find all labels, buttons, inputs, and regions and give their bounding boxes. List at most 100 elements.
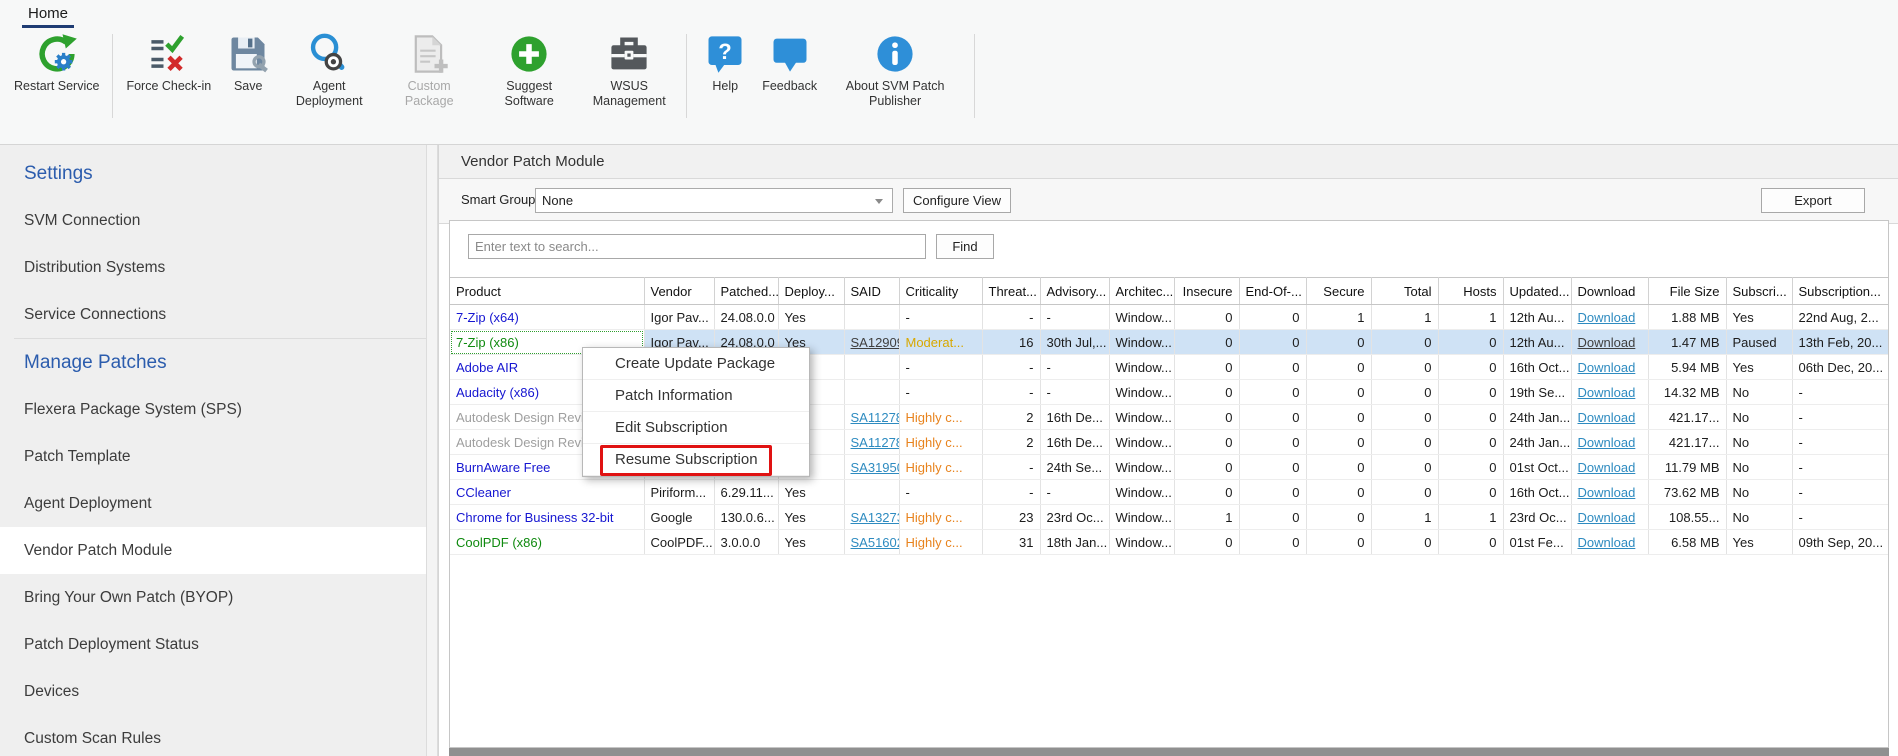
product-link[interactable]: Chrome for Business 32-bit [456,510,614,525]
menu-item-resume-subscription[interactable]: Resume Subscription [583,444,809,476]
said-link[interactable]: SA112780 [851,410,900,425]
sidebar-item-patch-template[interactable]: Patch Template [0,433,426,480]
column-header-subscri[interactable]: Subscri... [1726,278,1792,305]
column-header-patched[interactable]: Patched... [714,278,778,305]
download-link[interactable]: Download [1578,385,1636,400]
insecure-cell: 0 [1174,455,1239,480]
sidebar-scrollbar[interactable] [426,145,438,756]
download-link[interactable]: Download [1578,485,1636,500]
ribbon-button-label: Suggest Software [485,79,573,109]
said-link[interactable]: SA129090 [851,335,900,350]
sidebar-item-custom-scan-rules[interactable]: Custom Scan Rules [0,715,426,756]
column-header-end-of[interactable]: End-Of-... [1239,278,1306,305]
menu-item-edit-subscription[interactable]: Edit Subscription [583,412,809,444]
threat-cell: 2 [982,430,1040,455]
product-link[interactable]: CCleaner [456,485,511,500]
sidebar-item-svm-connection[interactable]: SVM Connection [0,197,426,244]
column-header-updated[interactable]: Updated... [1503,278,1571,305]
table-row[interactable]: Chrome for Business 32-bitGoogle130.0.6.… [450,505,1889,530]
feedback-button[interactable]: Feedback [762,32,817,94]
product-link[interactable]: BurnAware Free [456,460,550,475]
column-header-download[interactable]: Download [1571,278,1648,305]
sidebar-item-patch-deployment-status[interactable]: Patch Deployment Status [0,621,426,668]
column-header-total[interactable]: Total [1371,278,1438,305]
sidebar-item-agent-deployment[interactable]: Agent Deployment [0,480,426,527]
end-of-life-cell: 0 [1239,380,1306,405]
ribbon: Home Restart Service Force Check-inSaveAg… [0,0,1898,145]
force-check-in-button[interactable]: Force Check-in [126,32,211,94]
configure-view-button[interactable]: Configure View [903,188,1011,213]
subscription-cell: - [1792,455,1889,480]
horizontal-scrollbar[interactable] [449,748,1889,756]
column-header-said[interactable]: SAID [844,278,899,305]
help-button[interactable]: ?Help [700,32,750,94]
product-link[interactable]: Autodesk Design Revie... [456,410,602,425]
said-link[interactable]: SA31950 [851,460,900,475]
download-link[interactable]: Download [1578,510,1636,525]
column-header-advisory[interactable]: Advisory... [1040,278,1109,305]
column-header-file-size[interactable]: File Size [1648,278,1726,305]
search-input[interactable] [468,234,926,259]
download-link[interactable]: Download [1578,360,1636,375]
patched-cell: 24.08.0.0 [714,305,778,330]
smart-groups-dropdown[interactable]: None [535,188,893,213]
table-row[interactable]: CCleanerPiriform...6.29.11...Yes---Windo… [450,480,1889,505]
sidebar-item-vendor-patch-module[interactable]: Vendor Patch Module [0,527,426,574]
sidebar-item-devices[interactable]: Devices [0,668,426,715]
product-link[interactable]: Autodesk Design Revie... [456,435,602,450]
context-menu: Create Update PackagePatch InformationEd… [582,347,810,477]
column-header-hosts[interactable]: Hosts [1438,278,1503,305]
said-link[interactable]: SA112780 [851,435,900,450]
agent-deployment-button[interactable]: Agent Deployment [285,32,373,109]
download-link[interactable]: Download [1578,460,1636,475]
subscription-cell: 22nd Aug, 2... [1792,305,1889,330]
export-button[interactable]: Export [1761,188,1865,213]
menu-item-patch-information[interactable]: Patch Information [583,380,809,412]
table-row[interactable]: 7-Zip (x64)Igor Pav...24.08.0.0Yes---Win… [450,305,1889,330]
subscribed-cell: No [1726,430,1792,455]
architecture-cell: Window... [1109,505,1174,530]
sidebar-item-bring-your-own-patch-byop[interactable]: Bring Your Own Patch (BYOP) [0,574,426,621]
tab-home[interactable]: Home [22,4,74,28]
product-cell: CoolPDF (x86) [450,530,644,555]
product-link[interactable]: 7-Zip (x64) [456,310,519,325]
restart-service-button[interactable]: Restart Service [14,32,99,94]
product-link[interactable]: Adobe AIR [456,360,518,375]
column-header-vendor[interactable]: Vendor [644,278,714,305]
product-link[interactable]: Audacity (x86) [456,385,539,400]
download-link[interactable]: Download [1578,410,1636,425]
sidebar-item-flexera-package-system-sps[interactable]: Flexera Package System (SPS) [0,386,426,433]
said-link[interactable]: SA51602 [851,535,900,550]
ribbon-button-label: WSUS Management [585,79,673,109]
insecure-cell: 0 [1174,530,1239,555]
said-link[interactable]: SA132733 [851,510,900,525]
about-svm-patch-publisher-button[interactable]: About SVM Patch Publisher [829,32,961,109]
column-header-threat[interactable]: Threat... [982,278,1040,305]
column-header-architec[interactable]: Architec... [1109,278,1174,305]
column-header-insecure[interactable]: Insecure [1174,278,1239,305]
sidebar-item-service-connections[interactable]: Service Connections [0,291,426,338]
find-button[interactable]: Find [936,234,994,259]
column-header-criticality[interactable]: Criticality [899,278,982,305]
download-link[interactable]: Download [1578,310,1636,325]
sidebar-item-distribution-systems[interactable]: Distribution Systems [0,244,426,291]
column-header-subscription[interactable]: Subscription... [1792,278,1889,305]
save-button[interactable]: Save [223,32,273,94]
download-link[interactable]: Download [1578,435,1636,450]
file-size-cell: 5.94 MB [1648,355,1726,380]
secure-cell: 0 [1306,405,1371,430]
wsus-management-button[interactable]: WSUS Management [585,32,673,109]
column-header-deploy[interactable]: Deploy... [778,278,844,305]
download-link[interactable]: Download [1578,335,1636,350]
column-header-product[interactable]: Product [450,278,644,305]
updated-cell: 12th Au... [1503,305,1571,330]
product-link[interactable]: 7-Zip (x86) [456,335,519,350]
download-link[interactable]: Download [1578,535,1636,550]
insecure-cell: 0 [1174,380,1239,405]
table-row[interactable]: CoolPDF (x86)CoolPDF...3.0.0.0YesSA51602… [450,530,1889,555]
product-link[interactable]: CoolPDF (x86) [456,535,542,550]
secure-cell: 0 [1306,330,1371,355]
suggest-software-button[interactable]: Suggest Software [485,32,573,109]
menu-item-create-update-package[interactable]: Create Update Package [583,348,809,380]
column-header-secure[interactable]: Secure [1306,278,1371,305]
